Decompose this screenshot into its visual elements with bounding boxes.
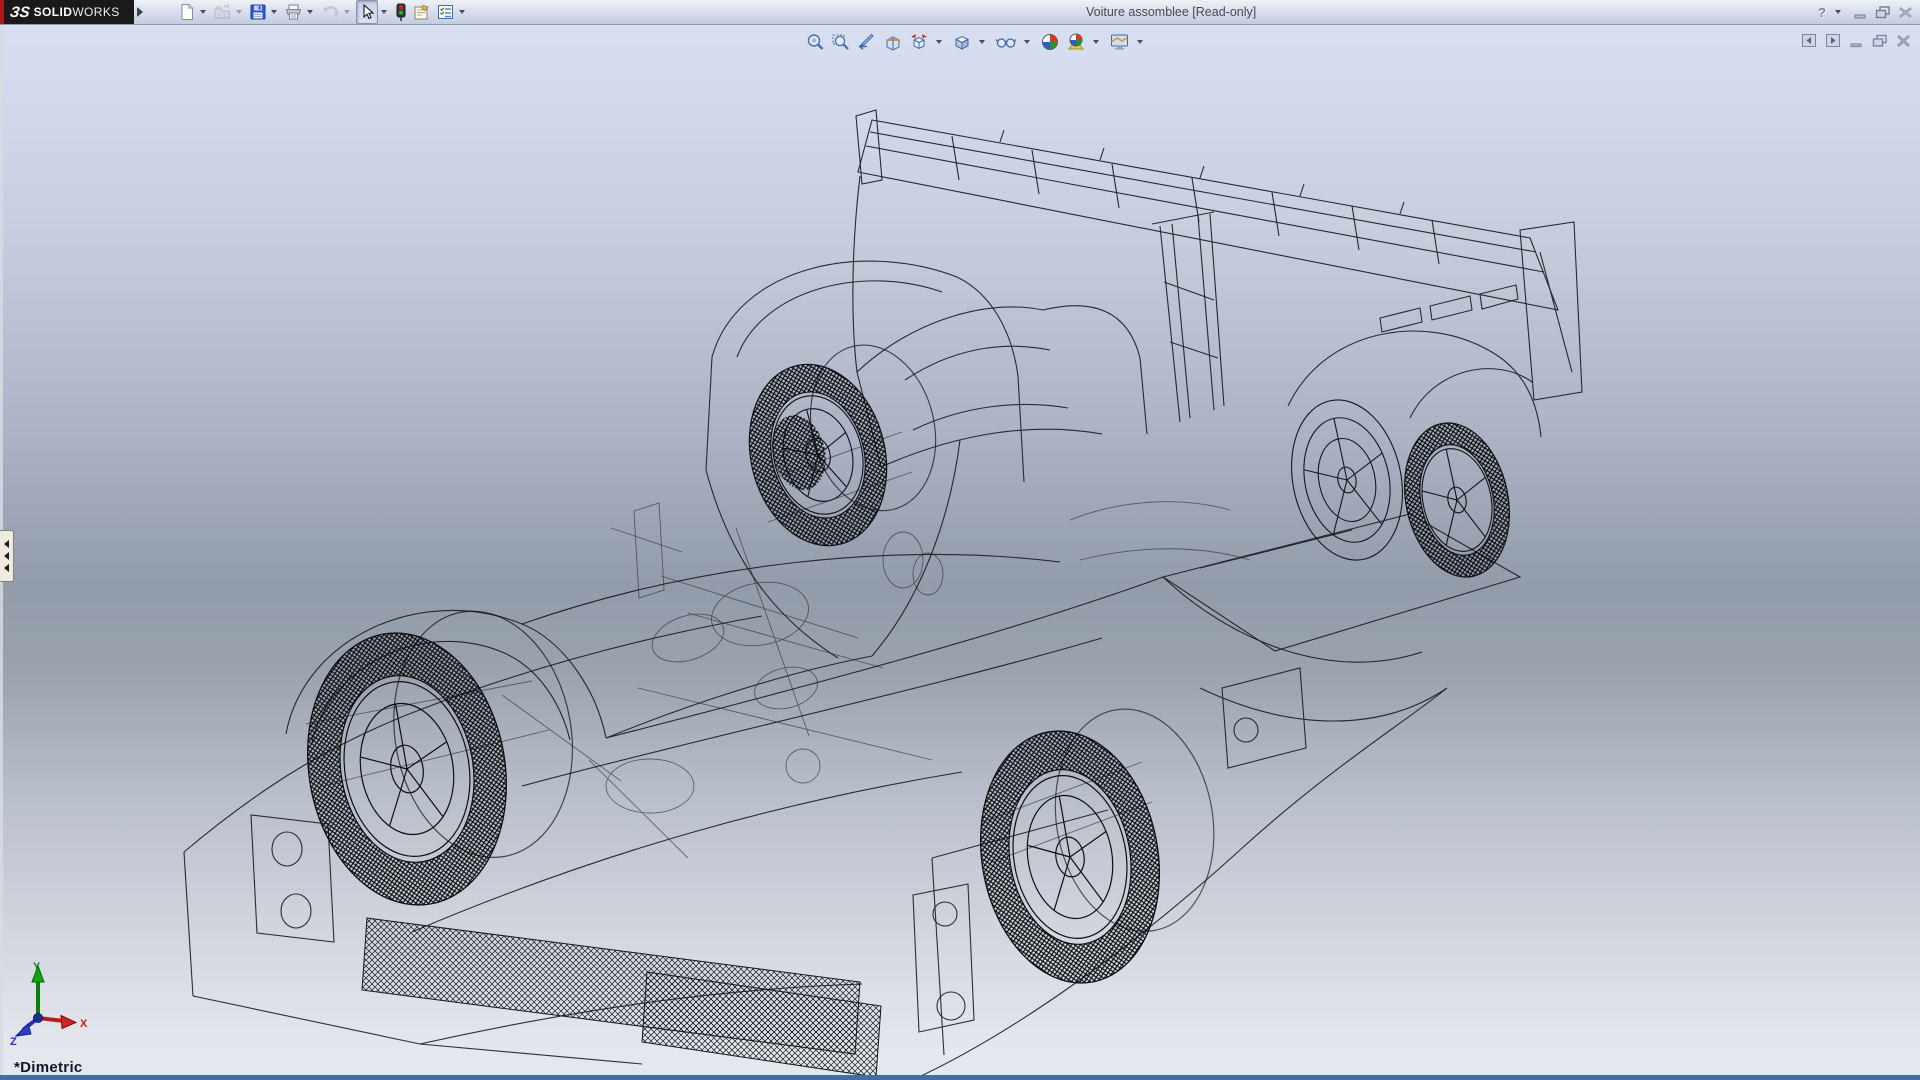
- zoom-to-fit-button[interactable]: [804, 31, 826, 53]
- menu-expand-icon[interactable]: [137, 7, 143, 17]
- previous-view-icon: [857, 32, 877, 52]
- main-toolbar: [176, 0, 470, 24]
- previous-view-button[interactable]: [856, 31, 878, 53]
- open-folder-icon: [213, 3, 232, 21]
- hide-show-items-button[interactable]: [994, 31, 1018, 53]
- document-window-controls: [1801, 33, 1911, 48]
- minimize-document-button[interactable]: [1849, 34, 1864, 48]
- rebuild-traffic-light-icon: [394, 3, 408, 22]
- options-button[interactable]: [435, 1, 456, 23]
- section-view-icon: [883, 32, 903, 52]
- wireframe-model: [0, 25, 1920, 1080]
- reference-triad: Y X Z: [6, 960, 98, 1046]
- feature-pane-splitter-tab[interactable]: [0, 530, 14, 582]
- help-button[interactable]: ?: [1818, 5, 1826, 20]
- open-button[interactable]: [212, 1, 233, 23]
- collapse-left-pane-button[interactable]: [1801, 33, 1817, 48]
- pane-arrow-left-icon: [4, 540, 9, 548]
- triad-y-label: Y: [33, 961, 41, 973]
- view-settings-dropdown[interactable]: [1135, 31, 1144, 53]
- pane-arrow-left-icon: [4, 564, 9, 572]
- collapse-right-pane-button[interactable]: [1825, 33, 1841, 48]
- view-orientation-button[interactable]: [908, 31, 930, 53]
- print-dropdown[interactable]: [305, 1, 314, 23]
- logo-solid: SOLID: [34, 5, 73, 19]
- section-view-button[interactable]: [882, 31, 904, 53]
- triad-x-label: X: [80, 1018, 88, 1030]
- close-document-button[interactable]: [1896, 34, 1911, 48]
- new-document-icon: [178, 3, 196, 21]
- logo-works: WORKS: [72, 5, 119, 19]
- file-properties-icon: [412, 3, 432, 21]
- minimize-window-button[interactable]: [1853, 6, 1868, 19]
- rebuild-button[interactable]: [393, 1, 409, 23]
- solidworks-logo: ЗS SOLIDWORKS: [0, 0, 134, 24]
- view-orientation-icon: [909, 32, 929, 52]
- select-cursor-icon: [358, 3, 376, 21]
- zoom-to-area-button[interactable]: [830, 31, 852, 53]
- save-dropdown[interactable]: [269, 1, 278, 23]
- options-dropdown[interactable]: [457, 1, 466, 23]
- select-button[interactable]: [356, 0, 378, 24]
- new-document-button[interactable]: [177, 1, 197, 23]
- edit-appearance-button[interactable]: [1039, 31, 1061, 53]
- zoom-to-fit-icon: [805, 32, 825, 52]
- view-settings-icon: [1109, 32, 1130, 52]
- restore-window-button[interactable]: [1875, 6, 1891, 19]
- display-style-button[interactable]: [951, 31, 973, 53]
- apply-scene-button[interactable]: [1065, 31, 1087, 53]
- undo-icon: [320, 3, 340, 21]
- solidworks-logo-glyph: ЗS: [9, 4, 31, 21]
- pane-arrow-left-icon: [4, 552, 9, 560]
- graphics-viewport[interactable]: Y X Z *Dimetric: [0, 25, 1920, 1080]
- new-document-dropdown[interactable]: [198, 1, 207, 23]
- restore-document-button[interactable]: [1872, 34, 1888, 48]
- open-dropdown[interactable]: [234, 1, 243, 23]
- display-style-icon: [952, 32, 972, 52]
- hide-show-items-icon: [995, 32, 1017, 52]
- display-style-dropdown[interactable]: [977, 31, 986, 53]
- options-list-icon: [436, 3, 455, 21]
- save-button[interactable]: [248, 1, 268, 23]
- print-button[interactable]: [283, 1, 304, 23]
- headsup-view-toolbar: [804, 31, 1148, 53]
- save-floppy-icon: [249, 3, 267, 21]
- window-bottom-border: [0, 1075, 1920, 1080]
- apply-scene-dropdown[interactable]: [1091, 31, 1100, 53]
- apply-scene-icon: [1066, 32, 1086, 52]
- edit-appearance-icon: [1040, 32, 1060, 52]
- file-properties-button[interactable]: [411, 1, 433, 23]
- window-controls: ?: [1818, 2, 1913, 22]
- window-title: Voiture assomblee [Read-only]: [1086, 5, 1256, 19]
- view-orientation-label: *Dimetric: [14, 1059, 83, 1076]
- hide-show-items-dropdown[interactable]: [1022, 31, 1031, 53]
- titlebar: ЗS SOLIDWORKS: [0, 0, 1920, 25]
- triad-z-label: Z: [10, 1036, 17, 1046]
- select-dropdown[interactable]: [379, 1, 388, 23]
- close-window-button[interactable]: [1898, 6, 1913, 19]
- undo-button[interactable]: [319, 1, 341, 23]
- view-settings-button[interactable]: [1108, 31, 1131, 53]
- print-icon: [284, 3, 303, 21]
- zoom-to-area-icon: [831, 32, 851, 52]
- help-dropdown[interactable]: [1833, 1, 1842, 23]
- undo-dropdown[interactable]: [342, 1, 351, 23]
- view-orientation-dropdown[interactable]: [934, 31, 943, 53]
